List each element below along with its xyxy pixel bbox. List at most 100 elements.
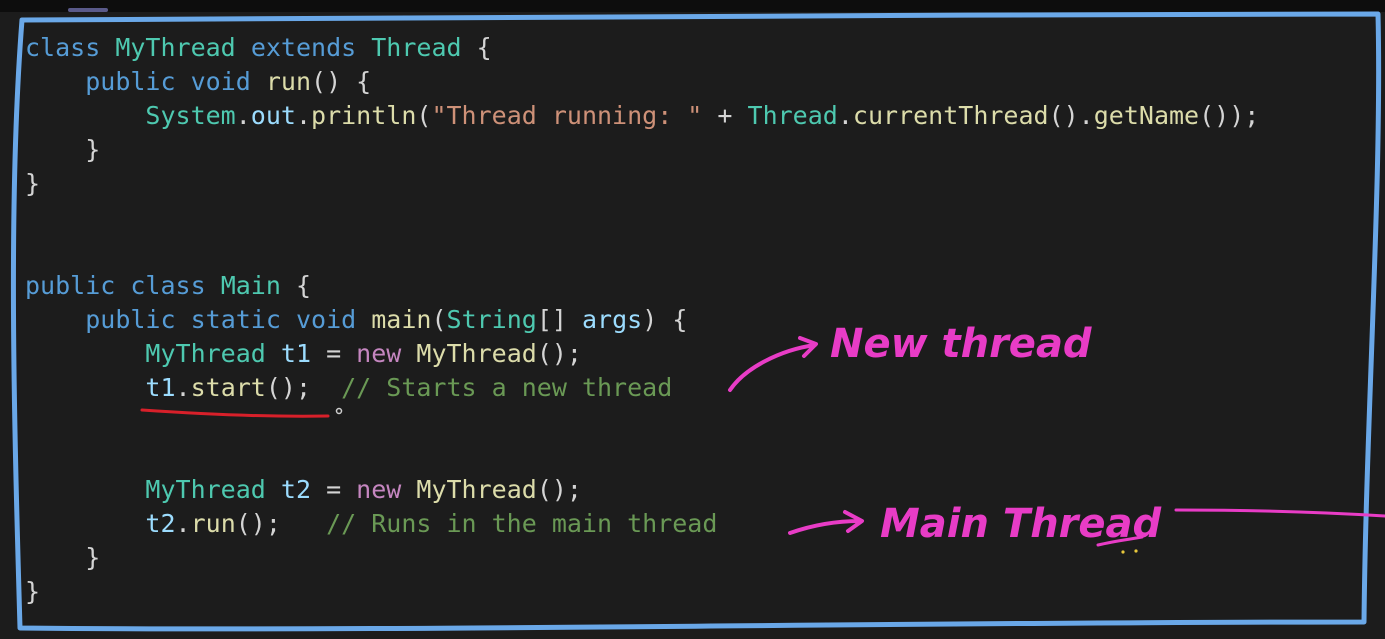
code-token: } [25, 169, 41, 198]
code-token: args [582, 305, 643, 334]
top-tab-indicator [68, 8, 108, 12]
code-token: static [190, 305, 281, 334]
code-token: . [837, 101, 853, 130]
code-token: Thread [747, 101, 838, 130]
code-line: t1.start(); // Starts a new thread [25, 371, 1259, 405]
code-token: . [175, 509, 191, 538]
code-token: MyThread [115, 33, 236, 62]
code-line: System.out.println("Thread running: " + … [25, 99, 1259, 133]
code-line: class MyThread extends Thread { [25, 31, 1259, 65]
code-token: // Starts a new thread [341, 373, 673, 402]
code-token: MyThread [145, 475, 266, 504]
code-line: } [25, 167, 1259, 201]
code-token: void [295, 305, 357, 334]
code-token: MyThread [416, 475, 537, 504]
code-token: t2 [145, 509, 176, 538]
code-block: class MyThread extends Thread { public v… [25, 31, 1259, 609]
code-token: . [235, 101, 251, 130]
code-token: ) { [642, 305, 688, 334]
code-token: } [25, 577, 41, 606]
code-token: // Runs in the main thread [326, 509, 718, 538]
code-line: public static void main(String[] args) { [25, 303, 1259, 337]
code-token: = [311, 339, 357, 368]
code-line: public class Main { [25, 269, 1259, 303]
code-token: (). [1048, 101, 1094, 130]
code-token: ( [416, 101, 432, 130]
code-token: MyThread [145, 339, 266, 368]
code-line: } [25, 133, 1259, 167]
code-token: (); [265, 373, 342, 402]
code-token: MyThread [416, 339, 537, 368]
code-token: ( [431, 305, 447, 334]
code-line: MyThread t1 = new MyThread(); [25, 337, 1259, 371]
code-token: t1 [280, 339, 312, 368]
code-token: (); [235, 509, 327, 538]
code-line: } [25, 575, 1259, 609]
code-token: extends [250, 33, 357, 62]
code-line: t2.run(); // Runs in the main thread [25, 507, 1259, 541]
code-token: { [461, 33, 492, 62]
code-token: println [311, 101, 417, 130]
code-token: { [280, 271, 312, 300]
code-screen: class MyThread extends Thread { public v… [0, 0, 1385, 639]
code-token: currentThread [852, 101, 1049, 130]
code-token: t2 [280, 475, 312, 504]
code-token: . [175, 373, 191, 402]
code-token: Main [220, 271, 281, 300]
code-token: . [295, 101, 312, 130]
code-token: run [265, 67, 312, 96]
code-token: out [250, 101, 296, 130]
code-token: (); [536, 339, 582, 368]
code-token: = [311, 475, 357, 504]
code-token: new [356, 475, 402, 504]
code-token: String [446, 305, 537, 334]
code-token: public [85, 305, 176, 334]
code-token: class [25, 33, 101, 62]
code-token: start [190, 373, 266, 402]
code-token: () { [311, 67, 372, 96]
code-token: + [702, 101, 748, 130]
code-line: public void run() { [25, 65, 1259, 99]
code-token: } [25, 135, 101, 164]
code-token: main [371, 305, 432, 334]
code-token: "Thread running: " [431, 101, 703, 130]
code-token: } [25, 543, 101, 572]
code-token: public [85, 67, 176, 96]
code-token: [] [536, 305, 582, 334]
code-token: (); [536, 475, 582, 504]
code-line: MyThread t2 = new MyThread(); [25, 473, 1259, 507]
code-line: } [25, 541, 1259, 575]
code-token: class [130, 271, 206, 300]
code-token: void [190, 67, 251, 96]
code-token: getName [1093, 101, 1200, 130]
code-token: public [25, 271, 116, 300]
code-token: ()); [1199, 101, 1260, 130]
code-token: run [190, 509, 236, 538]
code-token: new [356, 339, 402, 368]
top-bar [0, 0, 1385, 12]
